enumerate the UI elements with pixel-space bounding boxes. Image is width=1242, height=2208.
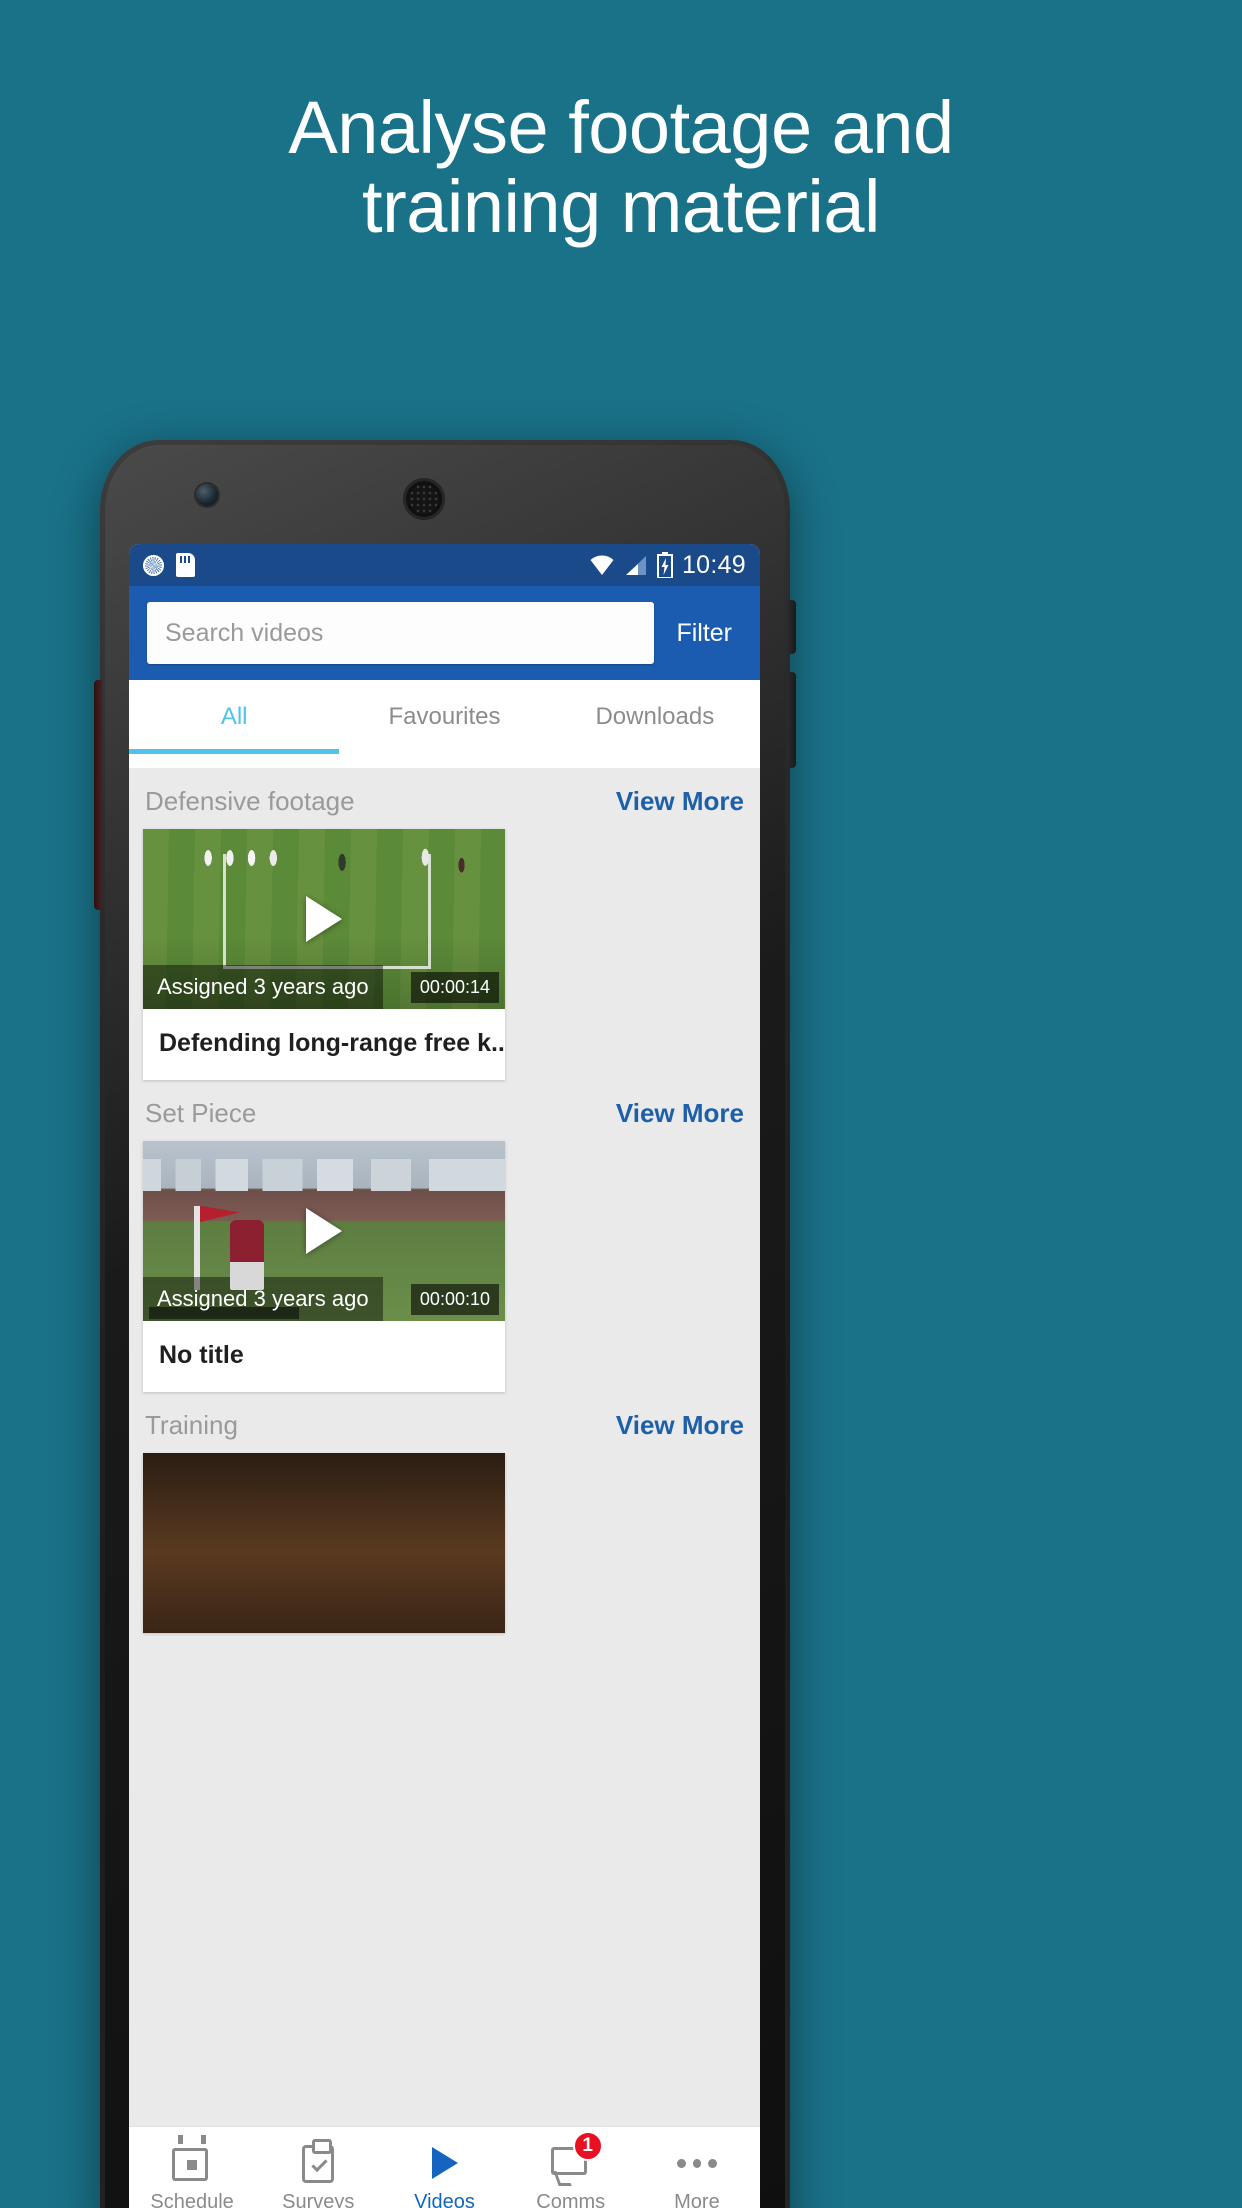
nav-label: Videos: [414, 2191, 475, 2208]
comms-badge-count: 1: [572, 2131, 603, 2161]
sync-icon: [143, 554, 164, 576]
assigned-label: Assigned 3 years ago: [143, 965, 383, 1009]
section-title: Defensive footage: [145, 786, 355, 816]
app-screen: 10:49 Filter All Favourites Downloads: [129, 544, 760, 2208]
section-header-training: Training View More: [129, 1392, 760, 1453]
phone-screen-frame: 10:49 Filter All Favourites Downloads: [129, 544, 760, 2208]
battery-charging-icon: [656, 552, 673, 578]
play-icon[interactable]: [306, 896, 342, 942]
status-bar: 10:49: [129, 544, 760, 586]
nav-label: Schedule: [150, 2191, 234, 2208]
tab-bar: All Favourites Downloads: [129, 680, 760, 754]
status-bar-clock: 10:49: [681, 550, 746, 579]
view-more-link-set-piece[interactable]: View More: [616, 1098, 744, 1129]
video-thumbnail[interactable]: Assigned 3 years ago 00:00:10: [143, 1141, 505, 1321]
nav-label: Comms: [536, 2191, 606, 2208]
app-bar: Filter: [129, 586, 760, 680]
section-header-defensive-footage: Defensive footage View More: [129, 768, 760, 829]
filter-button[interactable]: Filter: [666, 613, 742, 654]
bottom-navigation-bar: Schedule Surveys Videos 1 Comms More: [129, 2126, 760, 2208]
video-thumbnail[interactable]: Assigned 3 years ago 00:00:14: [143, 829, 505, 1009]
status-bar-right-icons: 10:49: [589, 551, 746, 580]
peek-card: [143, 754, 434, 768]
tab-all[interactable]: All: [129, 680, 339, 754]
front-camera-icon: [196, 484, 218, 506]
volume-button[interactable]: [788, 672, 796, 768]
tab-downloads[interactable]: Downloads: [550, 680, 760, 754]
video-title: No title: [159, 1341, 244, 1369]
nav-label: More: [674, 2191, 720, 2208]
chat-bubble-icon: 1: [550, 2131, 603, 2183]
page-headline: Analyse footage and training material: [0, 86, 1242, 249]
clipboard-check-icon: [298, 2139, 338, 2183]
nav-item-surveys[interactable]: Surveys: [255, 2127, 381, 2208]
section-header-set-piece: Set Piece View More: [129, 1080, 760, 1141]
wifi-icon: [590, 555, 614, 575]
duration-label: 00:00:14: [410, 972, 499, 1003]
video-card-set-piece[interactable]: Assigned 3 years ago 00:00:10 No title: [143, 1141, 505, 1392]
phone-device-mockup: 10:49 Filter All Favourites Downloads: [94, 440, 796, 2208]
power-button[interactable]: [788, 600, 796, 654]
view-more-link-training[interactable]: View More: [616, 1410, 744, 1441]
earpiece-speaker: [403, 478, 445, 520]
play-icon[interactable]: [306, 1208, 342, 1254]
video-list[interactable]: Defensive footage View More Assigned 3 y…: [129, 754, 760, 2126]
peek-card: [455, 754, 746, 768]
section-title: Training: [145, 1410, 238, 1440]
sd-card-icon: [176, 553, 195, 577]
section-title: Set Piece: [145, 1098, 257, 1128]
status-bar-left-icons: [143, 553, 195, 577]
video-thumbnail[interactable]: [143, 1453, 505, 1633]
nav-item-schedule[interactable]: Schedule: [129, 2127, 255, 2208]
nav-item-more[interactable]: More: [634, 2127, 760, 2208]
search-input[interactable]: [165, 618, 637, 648]
duration-label: 00:00:10: [410, 1284, 499, 1315]
previous-row-peek: [129, 754, 760, 768]
assigned-label: Assigned 3 years ago: [143, 1277, 383, 1321]
view-more-link-defensive-footage[interactable]: View More: [616, 786, 744, 817]
calendar-icon: [172, 2143, 212, 2183]
video-card-defensive[interactable]: Assigned 3 years ago 00:00:14 Defending …: [143, 829, 505, 1080]
headline-line-1: Analyse footage and: [288, 86, 954, 169]
nav-item-videos[interactable]: Videos: [381, 2127, 507, 2208]
tab-favourites[interactable]: Favourites: [339, 680, 549, 754]
search-container[interactable]: [147, 602, 655, 664]
ellipsis-icon: [676, 2143, 717, 2183]
nav-item-comms[interactable]: 1 Comms: [508, 2127, 634, 2208]
side-button-left[interactable]: [94, 680, 102, 910]
video-card-training[interactable]: [143, 1453, 505, 1633]
video-title: Defending long-range free k...: [159, 1029, 505, 1057]
cellular-signal-icon: [625, 556, 646, 575]
headline-line-2: training material: [362, 165, 880, 249]
nav-label: Surveys: [282, 2191, 355, 2208]
play-icon: [425, 2143, 465, 2183]
